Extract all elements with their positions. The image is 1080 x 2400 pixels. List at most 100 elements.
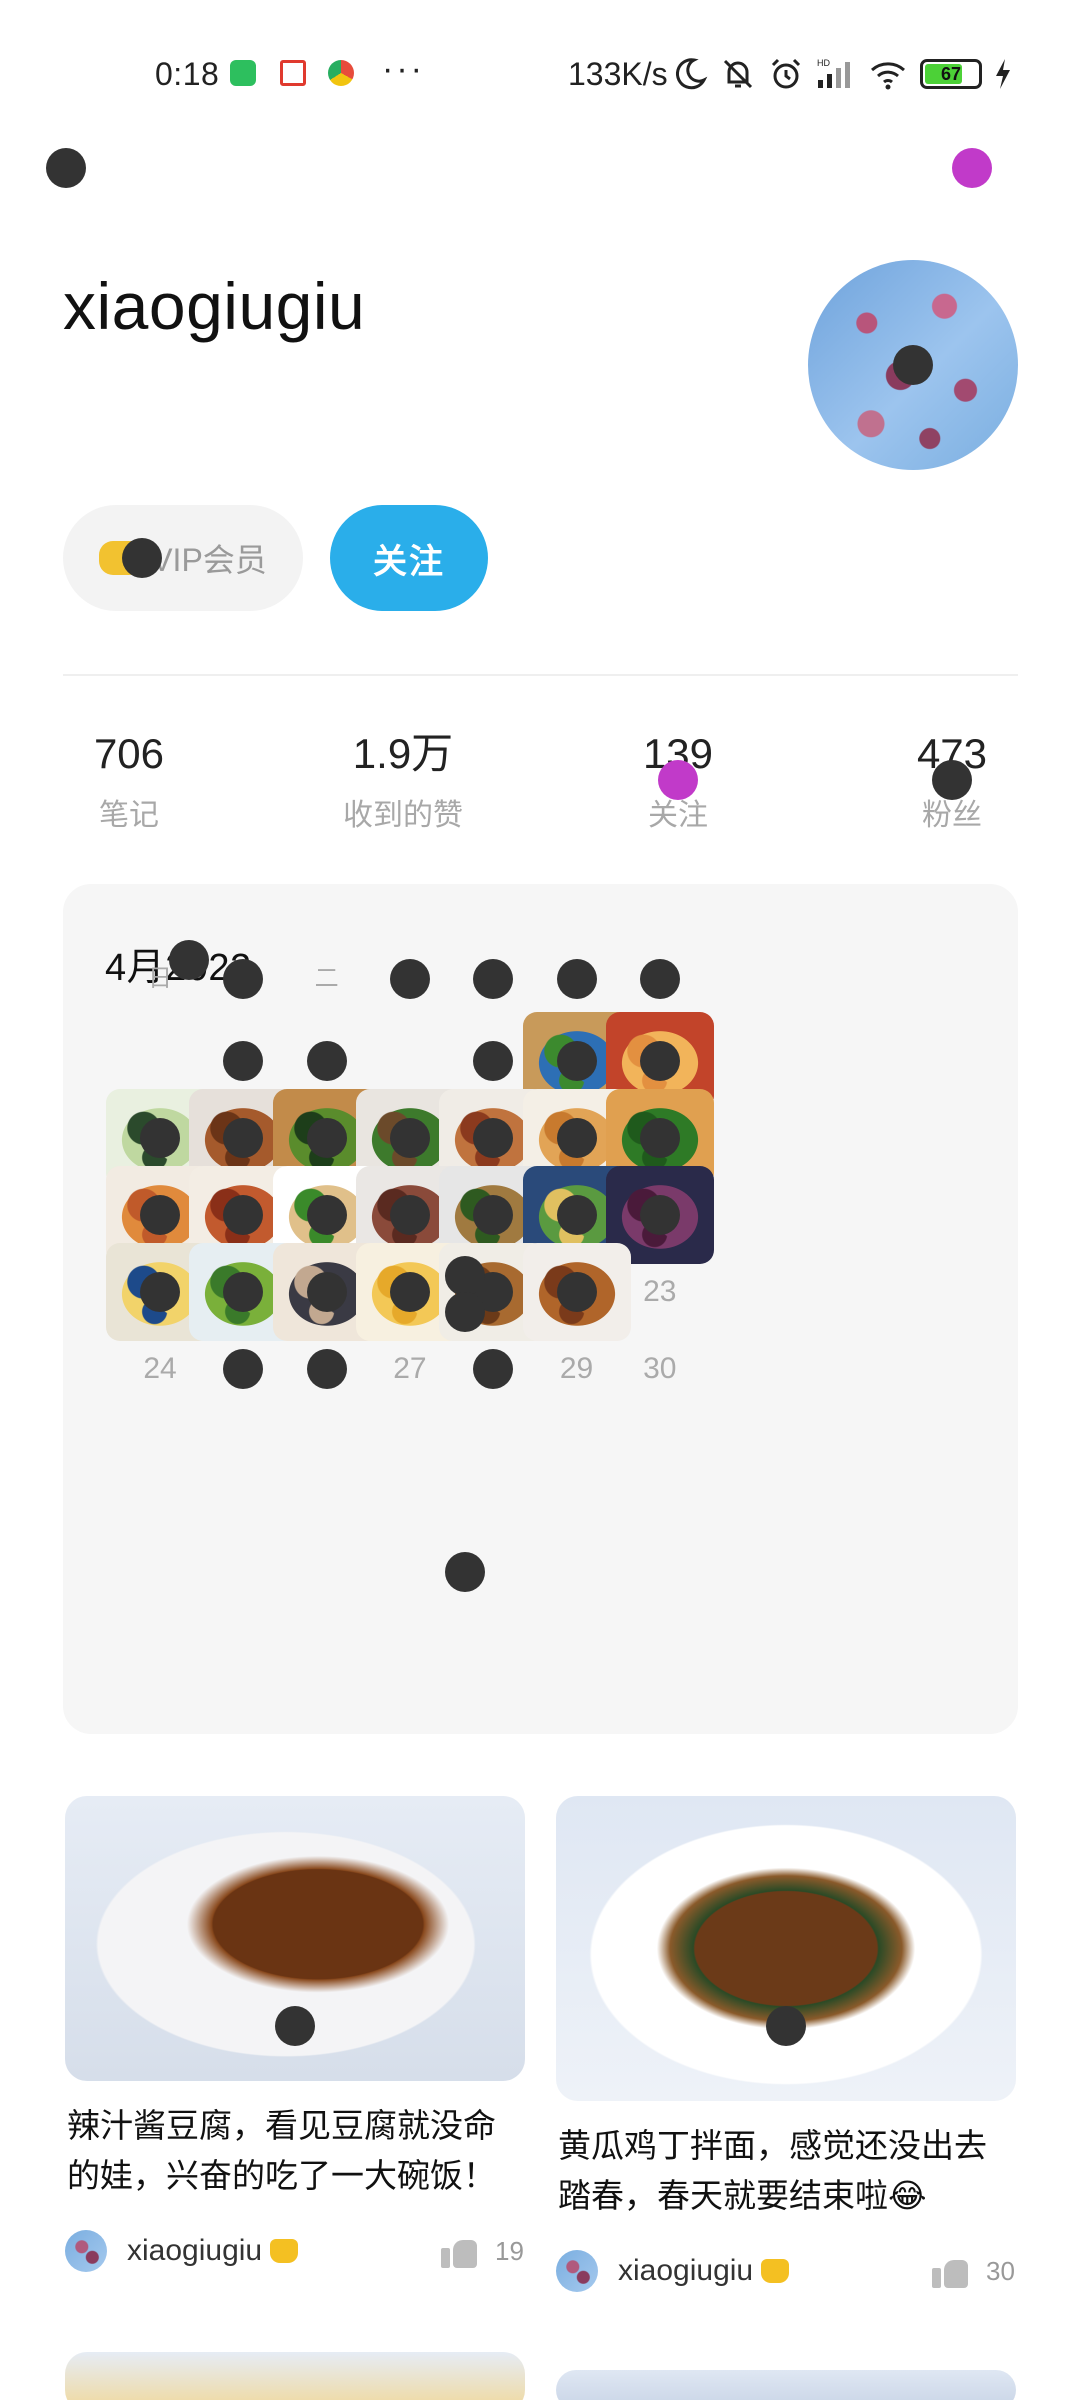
weekday-marker [556,959,597,999]
feed-card[interactable] [556,2370,1016,2400]
author-name[interactable]: xiaogiugiu [618,2254,753,2288]
calendar-day-number: 24 [143,1352,177,1385]
feed-card-title: 黄瓜鸡丁拌面，感觉还没出去踏春，春天就要结束啦😂 [558,2127,987,2214]
day-marker [389,1118,430,1158]
day-marker [223,1041,264,1081]
day-marker [473,1041,514,1081]
day-marker [639,1118,680,1158]
thumbs-up-icon[interactable] [932,2254,968,2288]
stat-following[interactable]: 139 关注 [578,730,778,834]
network-speed: 133K/s [568,56,668,92]
feed-card-title: 辣汁酱豆腐，看见豆腐就没命的娃，兴奋的吃了一大碗饭！ [67,2107,496,2194]
stat-value: 706 [93,730,165,777]
signal-icon: HD [817,58,850,88]
weekday-marker [389,959,430,999]
day-marker [389,1272,430,1312]
calendar-day-number: 23 [643,1275,677,1308]
weekday-marker [639,959,680,999]
day-marker [556,1041,597,1081]
vip-label: VIP会员 [151,542,267,578]
calendar-weekday: 日 [105,964,215,994]
battery-level: 67 [940,63,962,84]
following-touch-marker [658,760,698,800]
calendar-weekday-label: 二 [314,965,339,992]
day-marker [306,1349,347,1389]
wifi-icon [871,62,905,90]
day-marker [306,1272,347,1312]
calendar-weekday: 二 [272,964,382,994]
svg-text:HD: HD [817,58,830,68]
day-marker [306,1195,347,1235]
feed-card-image[interactable] [556,1796,1016,2101]
followers-touch-marker [932,760,972,800]
vip-member-button[interactable]: VIP会员 [63,505,303,611]
app-notification-icon [230,60,256,86]
calendar-scroll-marker [445,1552,485,1592]
day-marker [140,1272,180,1312]
more-notifications-icon: ··· [382,50,425,88]
stat-followers[interactable]: 473 粉丝 [852,730,1052,834]
stat-notes[interactable]: 706 笔记 [29,730,229,834]
day-marker [140,1118,180,1158]
day-marker [556,1118,597,1158]
author-avatar[interactable] [65,2230,107,2272]
status-time: 0:18 [155,56,220,92]
moon-icon [675,58,708,90]
card-image-marker [766,2006,806,2046]
day-marker [556,1272,597,1312]
feed-card-meta: xiaogiugiu 19 [65,2221,525,2281]
stat-likes[interactable]: 1.9万 收到的赞 [303,730,503,834]
weekday-marker [473,959,514,999]
alarm-icon [771,58,801,89]
day-marker [223,1349,264,1389]
calendar-day-number: 27 [393,1352,427,1385]
thumbs-up-icon[interactable] [441,2234,477,2268]
feed-card[interactable] [65,2352,525,2400]
more-options-button[interactable] [952,148,992,188]
feed-card-image[interactable] [65,2352,525,2400]
stat-value: 1.9万 [352,730,454,777]
stat-label: 收到的赞 [343,799,463,832]
calendar-scroll-marker [445,1292,485,1332]
author-avatar[interactable] [556,2250,598,2292]
day-marker [140,1195,180,1235]
day-marker [306,1041,347,1081]
calendar-day-number: 30 [643,1352,677,1385]
back-button[interactable] [46,148,86,188]
like-count: 19 [495,2235,524,2266]
stat-label: 笔记 [99,799,159,832]
feed-card-image[interactable] [556,2370,1016,2400]
day-marker [556,1195,597,1235]
author-name[interactable]: xiaogiugiu [127,2234,262,2268]
calendar-scroll-marker [445,1256,485,1296]
feed-card-meta: xiaogiugiu 30 [556,2241,1016,2301]
feed-card[interactable]: 辣汁酱豆腐，看见豆腐就没命的娃，兴奋的吃了一大碗饭！ xiaogiugiu 19 [65,1796,525,2281]
avatar-touch-marker [893,345,933,385]
vip-touch-marker [122,538,162,578]
like-count: 30 [986,2255,1015,2286]
bell-muted-icon [723,59,753,89]
vip-badge-icon [270,2239,299,2263]
day-marker [473,1349,514,1389]
day-marker [389,1195,430,1235]
day-marker [639,1195,680,1235]
calendar-day[interactable]: 30 [605,1320,715,1418]
status-bar: 0:18 ··· 133K/s HD 67 [0,0,1080,146]
day-marker [473,1118,514,1158]
weekday-marker [223,959,264,999]
vip-badge-icon [761,2259,790,2283]
calendar-weekday-label: 日 [148,965,172,992]
calendar-card[interactable]: 4月2022 日二2324272930 [63,884,1018,1734]
feed-card-image[interactable] [65,1796,525,2081]
day-marker [306,1118,347,1158]
profile-avatar[interactable] [808,260,1018,470]
follow-button[interactable]: 关注 [330,505,488,611]
charging-icon [996,59,1010,89]
calendar-day-number: 29 [559,1352,594,1385]
feed-card[interactable]: 黄瓜鸡丁拌面，感觉还没出去踏春，春天就要结束啦😂 xiaogiugiu 30 [556,1796,1016,2301]
battery-icon: 67 [920,59,982,89]
card-image-marker [275,2006,315,2046]
day-marker [639,1041,680,1081]
profile-username: xiaogiugiu [63,269,366,343]
browser-notification-icon [328,60,354,86]
